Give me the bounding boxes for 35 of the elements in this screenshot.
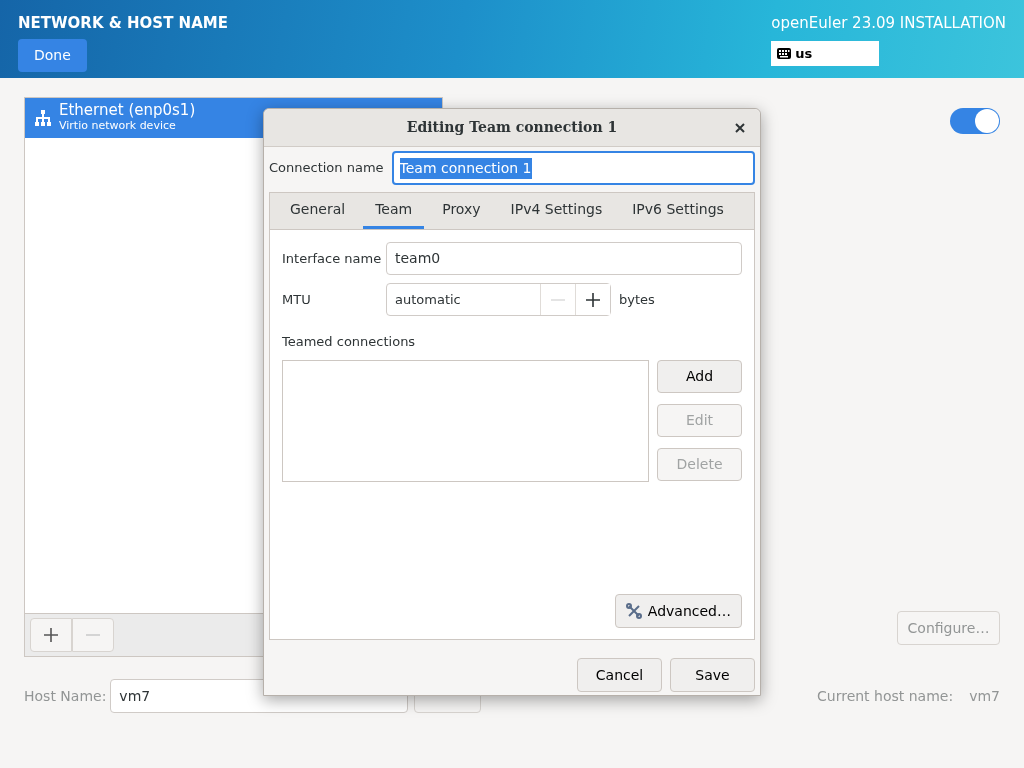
tab[interactable]: IPv6 Settings: [620, 193, 736, 229]
teamed-connections-label: Teamed connections: [282, 333, 417, 351]
plus-icon: [585, 291, 601, 308]
device-toggle-switch[interactable]: [950, 108, 1000, 134]
interface-name-field[interactable]: team0: [386, 242, 742, 275]
keyboard-layout-indicator[interactable]: us: [771, 40, 880, 66]
tab[interactable]: Proxy: [430, 193, 493, 229]
advanced-button[interactable]: Advanced…: [614, 594, 742, 628]
tab[interactable]: Team: [363, 193, 425, 229]
mtu-label: MTU: [282, 290, 312, 309]
network-icon: [35, 110, 51, 126]
tab[interactable]: General: [278, 193, 358, 229]
page-title: NETWORK & HOST NAME: [18, 13, 228, 34]
product-title: openEuler 23.09 INSTALLATION: [771, 13, 1006, 34]
mtu-spin-field[interactable]: automatic: [386, 283, 611, 316]
close-icon: [735, 123, 745, 133]
device-description: Virtio network device: [59, 118, 177, 134]
current-host-name-label: Current host name:: [817, 686, 954, 706]
add-device-button[interactable]: [30, 618, 72, 652]
increment-button[interactable]: [575, 284, 610, 315]
host-name-label: Host Name:: [24, 686, 107, 706]
done-button[interactable]: Done: [18, 38, 87, 72]
current-host-name-value: vm7: [969, 686, 1000, 706]
dialog-button[interactable]: Save: [670, 658, 755, 692]
mtu-unit-label: bytes: [619, 290, 655, 309]
minus-icon: [85, 634, 101, 636]
device-name: Ethernet (enp0s1): [59, 101, 196, 118]
keyboard-icon: [777, 47, 792, 59]
connection-name-field[interactable]: Team connection 1: [391, 151, 755, 185]
plus-icon: [43, 627, 59, 643]
side-button[interactable]: Add: [657, 359, 742, 393]
tab[interactable]: IPv4 Settings: [498, 193, 615, 229]
keyboard-layout-text: us: [795, 44, 813, 63]
dialog-button[interactable]: Cancel: [577, 658, 662, 692]
connection-name-label: Connection name: [269, 159, 384, 178]
